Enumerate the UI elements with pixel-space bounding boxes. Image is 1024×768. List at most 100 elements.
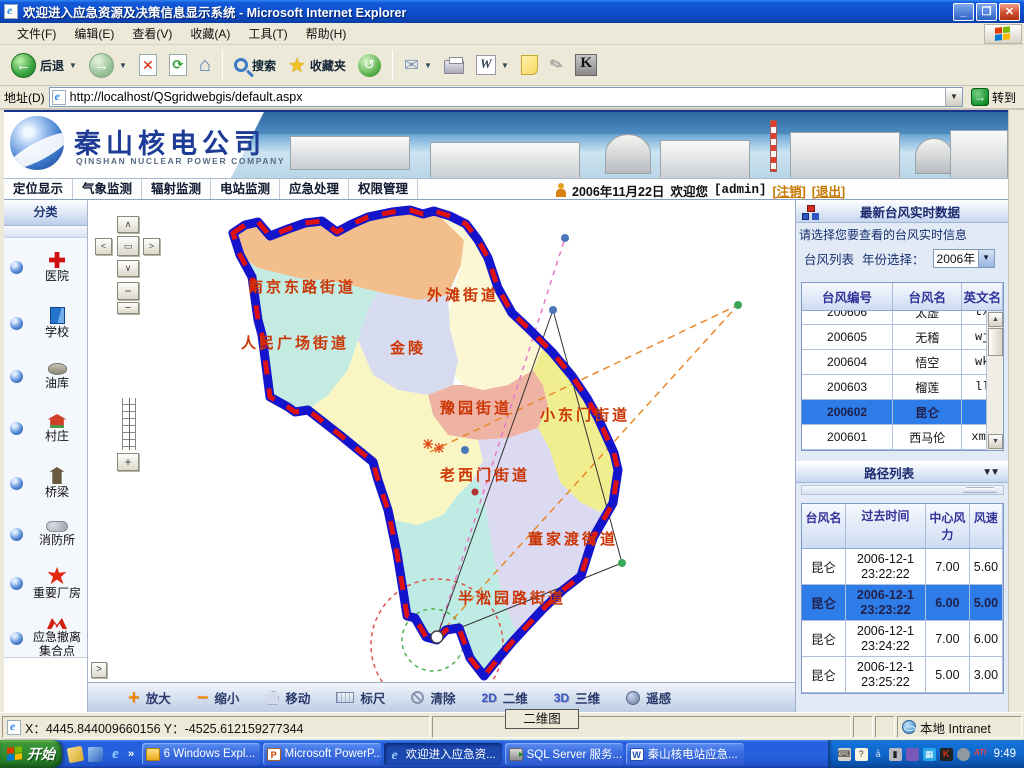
taskbar-button-sql-server[interactable]: SQL Server 服务...	[505, 743, 623, 765]
antivirus-tray-icon[interactable]: K	[940, 748, 953, 761]
start-button[interactable]: 开始	[0, 740, 62, 768]
tab-emergency-handling[interactable]: 应急处理	[280, 179, 349, 199]
pan-up-button[interactable]: ∧	[117, 216, 139, 233]
logout-link[interactable]: [注销]	[772, 181, 805, 200]
close-button[interactable]: ✕	[999, 3, 1020, 21]
restore-button[interactable]: ❐	[976, 3, 997, 21]
map-2d-tab[interactable]: 二维图	[505, 709, 579, 729]
sidebar-item-hospital[interactable]: 医院	[4, 246, 87, 289]
minimize-button[interactable]: _	[953, 3, 974, 21]
sidebar-item-fire-station[interactable]: 消防所	[4, 515, 87, 553]
menu-edit[interactable]: 编辑(E)	[65, 22, 123, 45]
taskbar-button-powerpoint[interactable]: P Microsoft PowerP...	[263, 743, 381, 765]
path-row[interactable]: 昆仑 2006-12-123:22:22 7.00 5.60	[802, 549, 1003, 585]
zoom-slider-top-button[interactable]: −	[117, 302, 139, 314]
search-button[interactable]: 搜索	[229, 55, 281, 76]
quicklaunch-overflow-icon[interactable]: »	[128, 748, 134, 760]
forward-button[interactable]: → ▼	[84, 51, 132, 80]
path-row[interactable]: 昆仑 2006-12-123:25:22 5.00 3.00	[802, 657, 1003, 693]
stop-button[interactable]: ✕	[134, 52, 162, 78]
back-dropdown-icon[interactable]: ▼	[69, 61, 77, 70]
menu-view[interactable]: 查看(V)	[123, 22, 181, 45]
zoom-in-step-button[interactable]: +	[117, 453, 139, 471]
updates-tray-icon[interactable]: å	[872, 748, 885, 761]
typhoon-row[interactable]: 200604 悟空 wk	[802, 350, 1003, 375]
remote-sensing-tool[interactable]: 遥感	[626, 688, 671, 707]
back-button[interactable]: ← 后退 ▼	[6, 51, 82, 80]
help-tray-icon[interactable]: ?	[855, 748, 868, 761]
ati-tray-icon[interactable]: ATI	[974, 748, 987, 761]
year-dropdown-icon[interactable]: ▼	[978, 250, 994, 267]
pan-right-button[interactable]: >	[143, 238, 160, 255]
menu-file[interactable]: 文件(F)	[8, 22, 65, 45]
quicklaunch-icon-2[interactable]	[88, 747, 103, 762]
sidebar-item-important-plant[interactable]: 重要厂房	[4, 561, 87, 606]
quicklaunch-ie-icon[interactable]: e	[108, 747, 123, 762]
exit-link[interactable]: [退出]	[812, 181, 845, 200]
zoom-in-tool[interactable]: +放大	[128, 688, 171, 707]
go-button[interactable]: → 转到	[967, 87, 1020, 107]
typhoon-row[interactable]: 200605 无稽 wj	[802, 325, 1003, 350]
tab-location-display[interactable]: 定位显示	[4, 179, 73, 199]
sidebar-item-oil-depot[interactable]: 油库	[4, 357, 87, 396]
pan-down-button[interactable]: ∨	[117, 260, 139, 277]
print-button[interactable]	[439, 54, 469, 76]
tab-permission-mgmt[interactable]: 权限管理	[349, 179, 418, 199]
tab-radiation-monitor[interactable]: 辐射监测	[142, 179, 211, 199]
sidebar-item-village[interactable]: 村庄	[4, 408, 87, 449]
gis-map[interactable]: 南京东路街道 外滩街道 人民广场街道 金陵 豫园街道 小东门街道 老西门街道 董…	[88, 200, 795, 712]
sidebar-item-bridge[interactable]: 桥梁	[4, 461, 87, 505]
menu-tools[interactable]: 工具(T)	[239, 22, 296, 45]
center-button[interactable]: ▭	[117, 236, 139, 256]
ruler-tool[interactable]: 标尺	[336, 688, 385, 707]
pan-tool[interactable]: 移动	[265, 688, 310, 707]
clear-tool[interactable]: 清除	[411, 688, 455, 707]
database-tray-icon[interactable]: ▮	[889, 748, 902, 761]
address-field[interactable]: ▼	[49, 87, 963, 107]
tab-weather-monitor[interactable]: 气象监测	[73, 179, 142, 199]
3d-view-tool[interactable]: 3D三维	[554, 688, 600, 707]
grid-tray-icon[interactable]: ▦	[923, 748, 936, 761]
home-button[interactable]: ⌂	[194, 52, 216, 79]
path-splitter[interactable]	[801, 485, 1004, 495]
messenger-tray-icon[interactable]	[906, 748, 919, 761]
sidebar-header[interactable]: 分类	[4, 200, 87, 226]
collapse-chevron-icon[interactable]: ▼▼	[982, 467, 998, 478]
k-tool-button[interactable]: K	[570, 52, 602, 78]
typhoon-table-scrollbar[interactable]: ▲ ▼	[986, 311, 1003, 450]
typhoon-row[interactable]: 200603 榴莲 ll	[802, 375, 1003, 400]
typhoon-row[interactable]: 200601 西马伦 xml	[802, 425, 1003, 450]
scroll-thumb[interactable]	[988, 328, 1003, 356]
discuss-button[interactable]: ✎	[545, 53, 568, 77]
zoom-out-tool[interactable]: −缩小	[197, 688, 240, 707]
favorites-button[interactable]: ★ 收藏夹	[283, 51, 351, 80]
history-button[interactable]: ↺	[353, 52, 386, 79]
path-row-selected[interactable]: 昆仑 2006-12-123:23:22 6.00 5.00	[802, 585, 1003, 621]
volume-tray-icon[interactable]	[957, 748, 970, 761]
scroll-down-icon[interactable]: ▼	[988, 434, 1003, 449]
menu-favorites[interactable]: 收藏(A)	[181, 22, 239, 45]
year-select[interactable]: 2006年 ▼	[933, 249, 995, 268]
keyboard-tray-icon[interactable]: ⌨	[838, 748, 851, 761]
note-button[interactable]	[516, 53, 543, 77]
taskbar-button-ie-active[interactable]: e 欢迎进入应急资...	[384, 743, 502, 765]
typhoon-row[interactable]: 200606 太虚 tx	[802, 311, 1003, 325]
quicklaunch-icon-1[interactable]	[67, 745, 84, 762]
sidebar-item-assembly-point[interactable]: 应急撤离集合点	[4, 612, 87, 664]
word-edit-button[interactable]: W ▼	[471, 53, 514, 77]
refresh-button[interactable]: ⟳	[164, 52, 192, 78]
sidebar-item-school[interactable]: 学校	[4, 301, 87, 345]
expand-panel-button[interactable]: >	[91, 662, 107, 678]
scroll-up-icon[interactable]: ▲	[988, 312, 1003, 327]
2d-view-tool[interactable]: 2D二维	[481, 688, 527, 707]
taskbar-button-explorer-group[interactable]: 6 Windows Expl... ▼	[142, 743, 260, 765]
taskbar-button-word[interactable]: W 秦山核电站应急...	[626, 743, 744, 765]
typhoon-row-selected[interactable]: 200602 昆仑	[802, 400, 1003, 425]
mail-button[interactable]: ✉ ▼	[399, 53, 437, 78]
tab-station-monitor[interactable]: 电站监测	[211, 179, 280, 199]
zoom-out-step-button[interactable]: −	[117, 282, 139, 300]
pan-left-button[interactable]: <	[95, 238, 112, 255]
mail-dropdown-icon[interactable]: ▼	[424, 61, 432, 70]
word-dropdown-icon[interactable]: ▼	[501, 61, 509, 70]
menu-help[interactable]: 帮助(H)	[297, 22, 356, 45]
